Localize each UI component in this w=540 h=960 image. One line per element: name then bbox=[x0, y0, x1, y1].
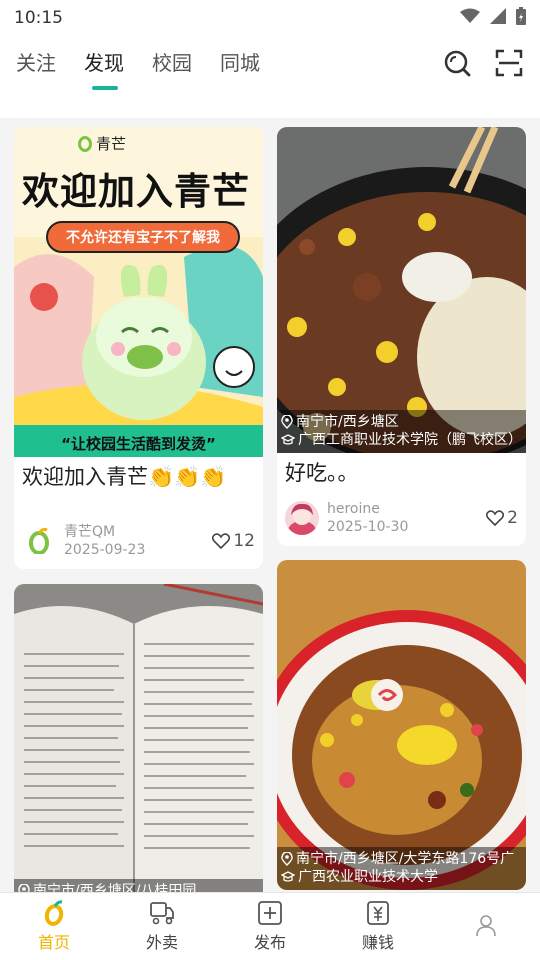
author-name[interactable]: 青芒QM bbox=[64, 523, 145, 541]
location-line: 南宁市/西乡塘区/大学东路176号广 bbox=[281, 850, 522, 868]
plus-square-icon bbox=[258, 901, 282, 925]
post-meta: 青芒QM 2025-09-23 bbox=[64, 523, 145, 559]
graduation-cap-icon bbox=[281, 434, 295, 445]
battery-icon bbox=[516, 7, 526, 29]
poster-brand: 青芒 bbox=[78, 133, 126, 154]
tab-label: 关注 bbox=[16, 51, 56, 75]
location-overlay: 南宁市/西乡塘区/八桂田园 bbox=[14, 879, 263, 893]
search-button[interactable] bbox=[442, 48, 472, 78]
wifi-icon bbox=[460, 8, 480, 28]
post-footer: heroine 2025-10-30 2 bbox=[277, 498, 526, 538]
poster-bubble: 不允许还有宝子不了解我 bbox=[46, 221, 240, 253]
poster-brand-text: 青芒 bbox=[96, 135, 127, 153]
user-avatar-image bbox=[285, 501, 319, 535]
post-date: 2025-10-30 bbox=[327, 519, 409, 535]
tab-label: 发现 bbox=[84, 51, 124, 75]
discover-feed[interactable]: 青芒 欢迎加入青芒 不允许还有宝子不了解我 “让校园生活酷到发烫” 欢迎加入青芒… bbox=[0, 118, 540, 893]
tab-bar: 关注 发现 校园 同城 bbox=[16, 46, 288, 90]
avatar[interactable] bbox=[285, 501, 319, 535]
tab-label: 同城 bbox=[220, 51, 260, 75]
graduation-cap-icon bbox=[281, 871, 295, 882]
active-tab-indicator bbox=[92, 86, 118, 90]
brand-logo-icon bbox=[29, 528, 49, 554]
post-card[interactable]: 南宁市/西乡塘区/大学东路176号广 广西农业职业技术大学 bbox=[277, 560, 526, 890]
money-icon bbox=[367, 901, 389, 925]
location-overlay: 南宁市/西乡塘区 广西工商职业技术学院（鹏飞校区） bbox=[277, 410, 526, 453]
scan-button[interactable] bbox=[494, 48, 524, 78]
nav-label: 发布 bbox=[253, 933, 286, 952]
top-nav: 关注 发现 校园 同城 bbox=[0, 36, 540, 110]
avatar[interactable] bbox=[22, 524, 56, 558]
tab-campus[interactable]: 校园 bbox=[152, 46, 192, 86]
book-photo bbox=[14, 584, 263, 893]
nav-profile[interactable] bbox=[432, 893, 540, 960]
post-title: 欢迎加入青芒👏👏👏 bbox=[22, 465, 227, 489]
school-line: 广西工商职业技术学院（鹏飞校区） bbox=[281, 431, 522, 449]
signal-icon bbox=[490, 8, 506, 28]
food-photo bbox=[277, 127, 526, 453]
post-card[interactable]: 青芒 欢迎加入青芒 不允许还有宝子不了解我 “让校园生活酷到发烫” 欢迎加入青芒… bbox=[14, 127, 263, 569]
poster-bubble-text: 不允许还有宝子不了解我 bbox=[66, 230, 220, 246]
post-image[interactable]: 南宁市/西乡塘区/大学东路176号广 广西农业职业技术大学 bbox=[277, 560, 526, 890]
tab-follow[interactable]: 关注 bbox=[16, 46, 56, 86]
post-title: 好吃。。 bbox=[285, 461, 359, 485]
heart-icon bbox=[212, 533, 231, 549]
nav-label: 赚钱 bbox=[361, 933, 394, 952]
search-icon bbox=[444, 50, 471, 77]
nav-label: 首页 bbox=[37, 933, 70, 952]
poster-slogan: “让校园生活酷到发烫” bbox=[61, 435, 216, 453]
location-text: 南宁市/西乡塘区/大学东路176号广 bbox=[296, 851, 515, 867]
poster-headline: 欢迎加入青芒 bbox=[22, 170, 250, 213]
school-line: 广西农业职业技术大学 bbox=[281, 868, 522, 886]
status-time: 10:15 bbox=[14, 8, 63, 28]
status-bar: 10:15 bbox=[0, 0, 540, 36]
nav-earn[interactable]: 赚钱 bbox=[324, 893, 432, 960]
post-footer: 青芒QM 2025-09-23 12 bbox=[14, 521, 263, 561]
food-photo bbox=[277, 560, 526, 890]
school-text: 广西工商职业技术学院（鹏飞校区） bbox=[298, 432, 522, 448]
post-image[interactable]: 青芒 欢迎加入青芒 不允许还有宝子不了解我 “让校园生活酷到发烫” bbox=[14, 127, 263, 457]
location-pin-icon bbox=[281, 415, 293, 429]
home-logo-icon bbox=[44, 900, 64, 926]
brand-logo-icon bbox=[78, 135, 92, 152]
location-overlay: 南宁市/西乡塘区/大学东路176号广 广西农业职业技术大学 bbox=[277, 847, 526, 890]
location-pin-icon bbox=[281, 852, 293, 866]
like-button[interactable]: 2 bbox=[486, 508, 518, 528]
profile-icon bbox=[476, 915, 496, 937]
school-text: 广西农业职业技术大学 bbox=[298, 869, 438, 885]
nav-delivery[interactable]: 外卖 bbox=[108, 893, 216, 960]
author-name[interactable]: heroine bbox=[327, 500, 408, 518]
tab-discover[interactable]: 发现 bbox=[84, 46, 124, 90]
like-button[interactable]: 12 bbox=[212, 531, 255, 551]
tab-local[interactable]: 同城 bbox=[220, 46, 260, 86]
post-card[interactable]: 南宁市/西乡塘区 广西工商职业技术学院（鹏飞校区） 好吃。。 heroine 2… bbox=[277, 127, 526, 546]
location-text: 南宁市/西乡塘区 bbox=[296, 414, 399, 430]
like-count: 12 bbox=[233, 531, 255, 551]
post-meta: heroine 2025-10-30 bbox=[327, 500, 408, 536]
heart-icon bbox=[486, 510, 505, 526]
status-icons bbox=[460, 7, 526, 29]
post-image[interactable]: 南宁市/西乡塘区 广西工商职业技术学院（鹏飞校区） bbox=[277, 127, 526, 453]
top-actions bbox=[442, 48, 524, 78]
post-card[interactable]: 南宁市/西乡塘区/八桂田园 bbox=[14, 584, 263, 893]
post-image[interactable]: 南宁市/西乡塘区/八桂田园 bbox=[14, 584, 263, 893]
scan-icon bbox=[495, 49, 523, 77]
bottom-nav: 首页 外卖 发布 赚钱 bbox=[0, 892, 540, 960]
post-date: 2025-09-23 bbox=[64, 542, 146, 558]
like-count: 2 bbox=[507, 508, 518, 528]
nav-label: 外卖 bbox=[145, 933, 178, 952]
nav-publish[interactable]: 发布 bbox=[216, 893, 324, 960]
location-line: 南宁市/西乡塘区 bbox=[281, 413, 522, 431]
tab-label: 校园 bbox=[152, 51, 192, 75]
delivery-icon bbox=[150, 902, 174, 925]
nav-home[interactable]: 首页 bbox=[0, 893, 108, 960]
